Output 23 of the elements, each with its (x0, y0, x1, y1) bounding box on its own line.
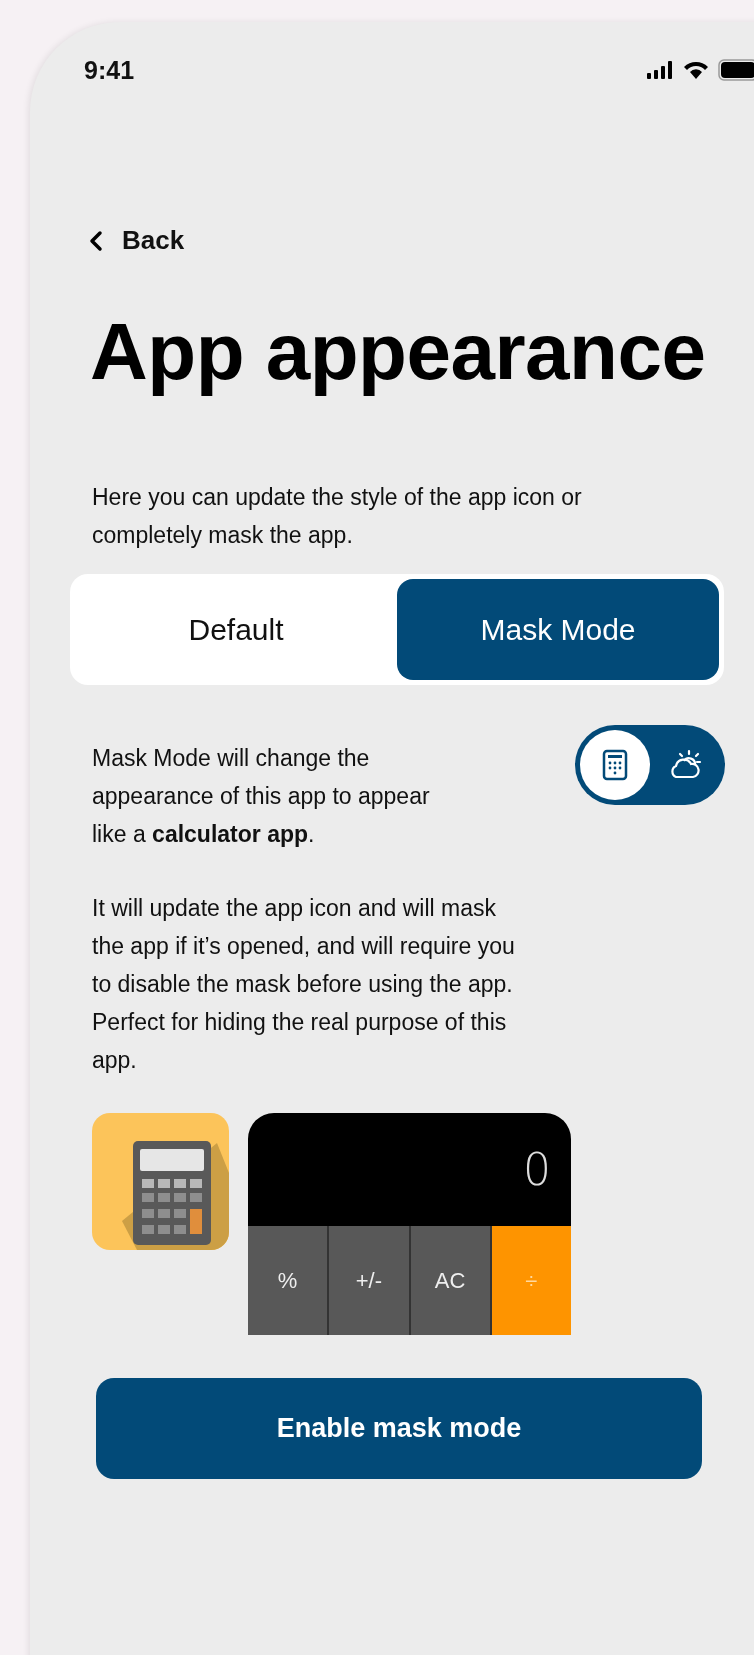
enable-mask-button[interactable]: Enable mask mode (96, 1378, 702, 1479)
battery-icon (718, 59, 754, 81)
calculator-icon (602, 749, 628, 781)
calculator-key: +/- (329, 1226, 409, 1335)
wifi-icon (682, 60, 710, 80)
chevron-left-icon (88, 229, 104, 252)
display-value: 0 (523, 1144, 551, 1195)
intro-text: Here you can update the style of the app icon or completely mask the app. (92, 483, 583, 550)
mode-tab[interactable]: Default (75, 579, 397, 680)
sun-cloud-icon (668, 749, 702, 781)
signal-icon (646, 60, 674, 80)
status-time: 9:41 (84, 55, 135, 85)
calculator-key: ÷ (491, 1226, 571, 1335)
mode-tab[interactable]: Mask Mode (397, 579, 719, 680)
details-text: It will update the app icon and will mask the app if it’s opened, and will require you to disable the mask before using the app. Perfect for hiding the real purpose of this app. (92, 894, 516, 1075)
calculator-option[interactable] (580, 730, 650, 800)
page-title: App appearance (90, 306, 707, 398)
calculator-key: % (248, 1226, 328, 1335)
calculator-key: AC (410, 1226, 490, 1335)
calculator-app-icon (92, 1113, 229, 1250)
mask-description: Mask Mode will change the appearance of this app to appear like a calculator app. (92, 744, 431, 849)
back-label: Back (122, 225, 185, 256)
back-button[interactable]: Back (88, 225, 185, 256)
